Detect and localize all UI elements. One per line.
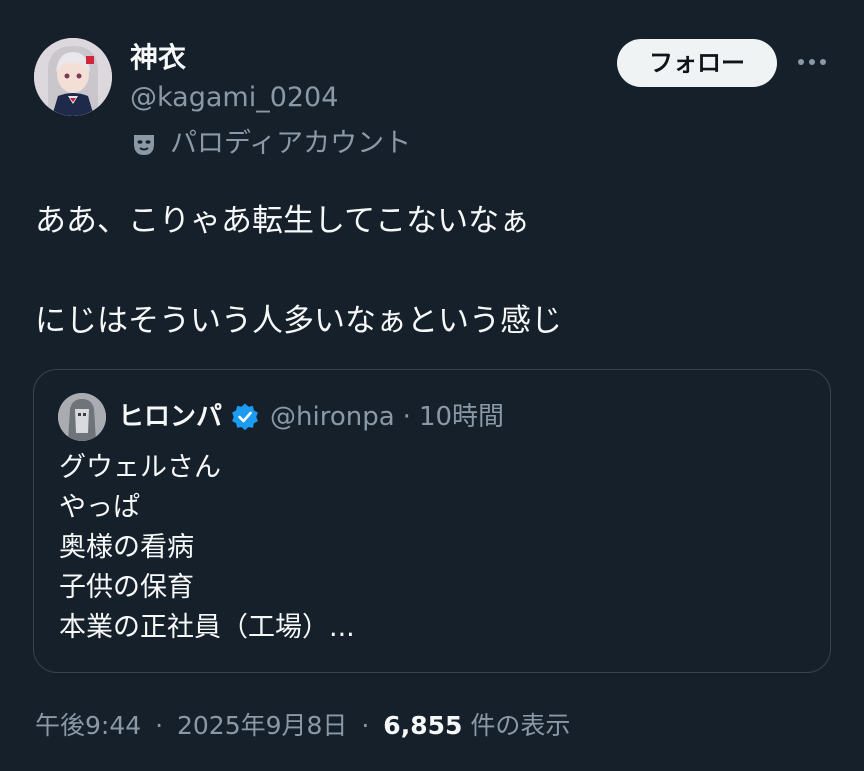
quoted-text-line: 奥様の看病 (59, 532, 194, 563)
quoted-avatar[interactable] (58, 393, 106, 441)
user-handle[interactable]: @kagami_0204 (130, 80, 338, 116)
avatar[interactable] (34, 38, 112, 116)
more-horizontal-icon[interactable] (792, 44, 832, 80)
tweet-text-line-1: ああ、こりゃあ転生してこないなぁ (35, 203, 531, 239)
tweet: 神衣 @kagami_0204 パロディアカウント フォロー ああ、こりゃあ転生… (0, 0, 864, 771)
verified-badge-icon (230, 402, 260, 432)
quoted-display-name[interactable]: ヒロンパ (118, 398, 222, 436)
quoted-header: ヒロンパ @hironpa · 10時間 (118, 398, 504, 436)
post-date[interactable]: 2025年9月8日 (177, 711, 347, 740)
mask-icon (130, 130, 158, 158)
parody-account-label: パロディアカウント (130, 126, 411, 162)
tweet-footer: 午後9:44 · 2025年9月8日 · 6,855 件の表示 (35, 708, 570, 744)
views-label: 件の表示 (470, 711, 571, 740)
parody-label-text: パロディアカウント (170, 128, 412, 159)
views-count[interactable]: 6,855 (383, 711, 462, 740)
quoted-separator: · (402, 402, 411, 432)
post-time[interactable]: 午後9:44 (35, 711, 141, 740)
display-name[interactable]: 神衣 (130, 40, 186, 76)
quoted-tweet[interactable]: ヒロンパ @hironpa · 10時間 グウェルさん やっぱ 奥様の看病 子供… (33, 369, 831, 673)
footer-separator: · (361, 711, 370, 740)
quoted-text-line: 子供の保育 (59, 572, 194, 603)
tweet-text-line-2: にじはそういう人多いなぁという感じ (35, 303, 562, 339)
quoted-text-line: 本業の正社員（工場）... (59, 612, 355, 643)
quoted-handle[interactable]: @hironpa (270, 398, 395, 436)
quoted-text-line: やっぱ (59, 492, 140, 523)
quoted-timestamp[interactable]: 10時間 (419, 398, 504, 436)
footer-separator: · (155, 711, 164, 740)
follow-button[interactable]: フォロー (617, 39, 777, 87)
quoted-text-line: グウェルさん (59, 452, 221, 483)
